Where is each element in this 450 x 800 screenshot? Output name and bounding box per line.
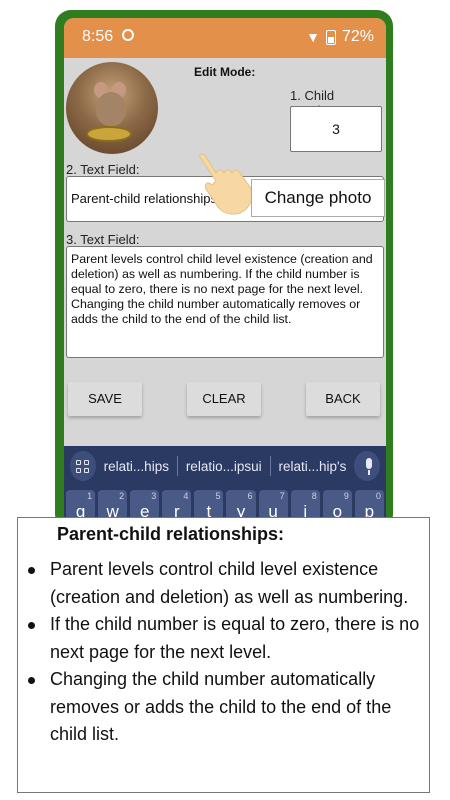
battery-icon [325, 29, 336, 45]
key-number: 7 [279, 491, 285, 501]
change-photo-tooltip: Change photo [251, 179, 385, 217]
key-number: 4 [183, 491, 189, 501]
coin-image-part [86, 126, 132, 142]
wifi-icon: ▼ [306, 29, 320, 45]
bullet-item: Changing the child number automatically … [28, 666, 423, 749]
explanation-panel: Parent-child relationships: Parent level… [17, 517, 430, 793]
key-number: 9 [343, 491, 349, 501]
panel-title: Parent-child relationships: [57, 524, 285, 544]
bullet-item: Parent levels control child level existe… [28, 556, 423, 611]
notification-icon [122, 29, 134, 41]
key-number: 3 [151, 491, 157, 501]
app-screen: 8:56 ▼ 72% Edit Mode: 1. Child Number: 3… [64, 18, 386, 528]
suggestion-1[interactable]: relati...hips [96, 459, 177, 474]
edit-mode-label: Edit Mode: [194, 65, 256, 79]
battery-level: 72% [341, 28, 374, 45]
suggestion-2[interactable]: relatio...ipsui [178, 459, 270, 474]
text-field-3-input[interactable]: Parent levels control child level existe… [66, 246, 384, 358]
text-field-2-label: 2. Text Field: [66, 162, 140, 177]
save-button[interactable]: SAVE [68, 382, 142, 416]
suggestion-3[interactable]: relati...hip's [270, 459, 354, 474]
key-number: 6 [247, 491, 253, 501]
status-indicators: ▼ 72% [306, 28, 374, 46]
key-number: 0 [375, 491, 381, 501]
bullet-list: Parent levels control child level existe… [28, 556, 423, 749]
microphone-icon[interactable] [354, 451, 380, 481]
bullet-item: If the child number is equal to zero, th… [28, 611, 423, 666]
clear-button[interactable]: CLEAR [187, 382, 261, 416]
child-number-input[interactable]: 3 [290, 106, 382, 152]
soft-keyboard: relati...hips relatio...ipsui relati...h… [64, 446, 386, 528]
profile-photo[interactable] [66, 62, 158, 154]
key-number: 5 [215, 491, 221, 501]
key-number: 1 [87, 491, 93, 501]
suggestion-bar: relati...hips relatio...ipsui relati...h… [64, 446, 386, 486]
apps-grid-icon[interactable] [70, 451, 96, 481]
back-button[interactable]: BACK [306, 382, 380, 416]
key-number: 8 [311, 491, 317, 501]
text-field-3-label: 3. Text Field: [66, 232, 140, 247]
mouse-body [96, 92, 126, 126]
status-bar: 8:56 ▼ 72% [64, 18, 386, 58]
key-number: 2 [119, 491, 125, 501]
status-time: 8:56 [82, 28, 114, 45]
